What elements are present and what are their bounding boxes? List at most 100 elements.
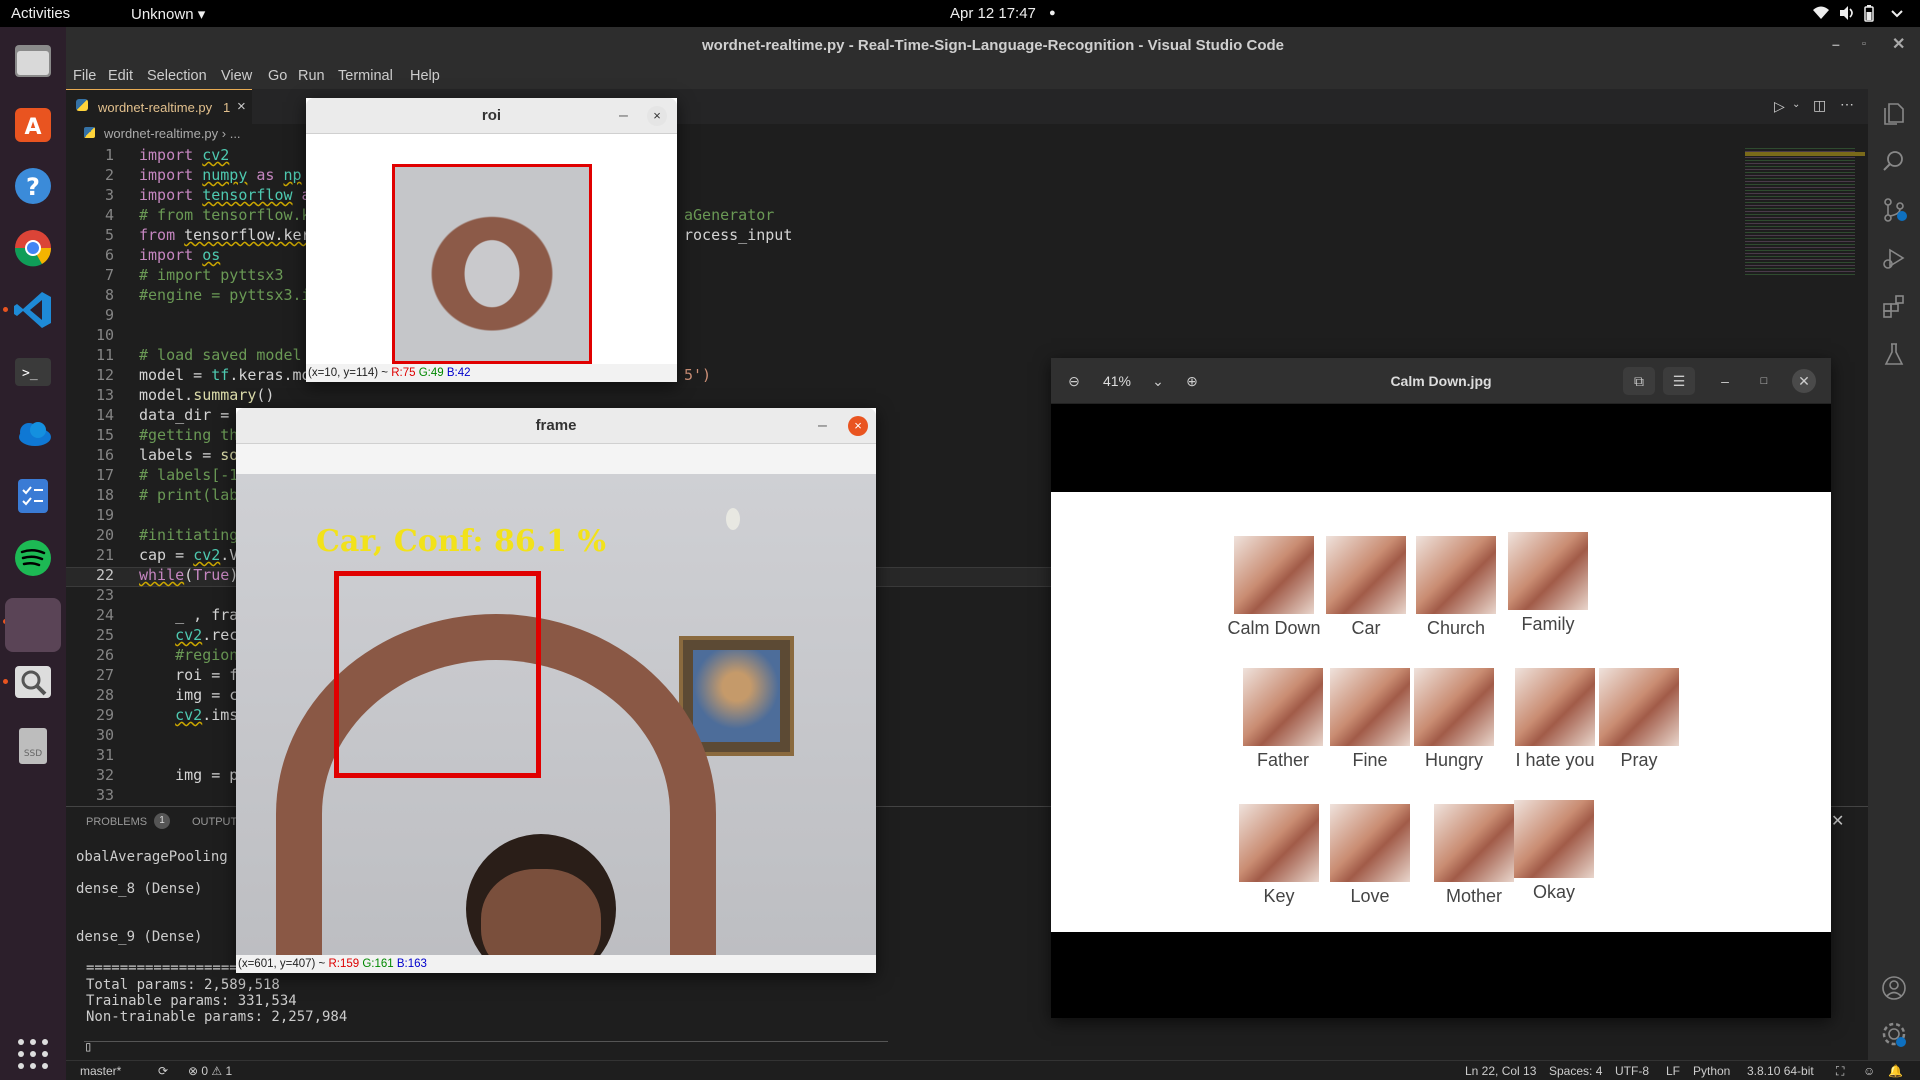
code-line-3[interactable]: import tensorflow a xyxy=(139,186,311,204)
frame-minimize-button[interactable]: – xyxy=(818,408,827,444)
code-line-24[interactable]: _ , fra xyxy=(139,606,238,624)
testing-icon[interactable] xyxy=(1881,341,1907,367)
feedback-icon[interactable]: ☺ xyxy=(1863,1064,1875,1078)
app-menu[interactable]: Unknown ▾ xyxy=(131,5,205,23)
encoding[interactable]: UTF-8 xyxy=(1615,1064,1649,1078)
roi-close-button[interactable]: × xyxy=(647,106,667,126)
frame-titlebar[interactable]: frame xyxy=(236,408,876,444)
split-editor-icon[interactable]: ◫ xyxy=(1813,97,1826,114)
menu-selection[interactable]: Selection xyxy=(147,68,207,84)
python-interpreter[interactable]: 3.8.10 64-bit xyxy=(1747,1064,1814,1078)
code-line-21[interactable]: cap = cv2.V xyxy=(139,546,238,564)
system-menu-icon[interactable] xyxy=(1890,5,1904,25)
problems-status[interactable]: ⊗ 0 ⚠ 1 xyxy=(188,1064,232,1078)
maximize-button[interactable]: ▫ xyxy=(1862,38,1866,50)
clock[interactable]: Apr 12 17:47 xyxy=(950,5,1036,22)
viewer-maximize-button[interactable]: □ xyxy=(1750,367,1778,395)
source-control-icon[interactable] xyxy=(1881,197,1907,223)
manage-gear-icon[interactable] xyxy=(1881,1021,1907,1047)
code-line-15[interactable]: #getting th xyxy=(139,426,238,444)
menu-edit[interactable]: Edit xyxy=(108,68,133,84)
tab-close-icon[interactable]: × xyxy=(237,98,246,115)
viewer-menu-icon[interactable]: ☰ xyxy=(1663,367,1695,395)
viewer-close-button[interactable]: ✕ xyxy=(1792,369,1816,393)
code-line-22[interactable]: while(True) xyxy=(139,566,238,584)
activities-button[interactable]: Activities xyxy=(11,5,70,22)
code-line-1[interactable]: import cv2 xyxy=(139,146,229,164)
code-line-6[interactable]: import os xyxy=(139,246,220,264)
viewer-headerbar[interactable]: ⊖ 41% ⌄ ⊕ Calm Down.jpg ⧉ ☰ – □ ✕ xyxy=(1051,358,1831,404)
minimize-button[interactable]: – xyxy=(1832,36,1840,52)
close-button[interactable]: ✕ xyxy=(1892,34,1905,54)
volume-icon[interactable] xyxy=(1838,5,1856,25)
remote-icon[interactable]: ⛶ xyxy=(1836,1064,1844,1079)
terminal-icon[interactable]: >_ xyxy=(11,350,55,394)
output-tab[interactable]: OUTPUT xyxy=(192,816,237,828)
frame-close-button[interactable]: × xyxy=(848,416,868,436)
menu-run[interactable]: Run xyxy=(298,68,325,84)
code-line-28[interactable]: img = c xyxy=(139,686,238,704)
code-line-17[interactable]: # labels[-1 xyxy=(139,466,238,484)
code-line-7[interactable]: # import pyttsx3 xyxy=(139,266,284,284)
run-debug-icon[interactable] xyxy=(1881,245,1907,271)
code-line-13[interactable]: model.summary() xyxy=(139,386,274,404)
language-mode[interactable]: Python xyxy=(1693,1064,1730,1078)
ssd-drive-icon[interactable]: SSD xyxy=(11,724,55,768)
spotify-icon[interactable] xyxy=(11,536,55,580)
wifi-icon[interactable] xyxy=(1812,5,1830,25)
code-line-25[interactable]: cv2.rec xyxy=(139,626,238,644)
minimap[interactable] xyxy=(1745,146,1865,286)
menu-help[interactable]: Help xyxy=(410,68,440,84)
code-line-5[interactable]: from tensorflow.ker xyxy=(139,226,311,244)
viewer-minimize-button[interactable]: – xyxy=(1711,367,1739,395)
code-line-27[interactable]: roi = f xyxy=(139,666,238,684)
sync-icon[interactable]: ⟳ xyxy=(158,1064,168,1078)
menu-view[interactable]: View xyxy=(221,68,252,84)
rotate-icon[interactable]: ⧉ xyxy=(1623,367,1655,395)
chrome-icon[interactable] xyxy=(11,226,55,270)
explorer-icon[interactable] xyxy=(1881,101,1907,127)
menu-go[interactable]: Go xyxy=(268,68,287,84)
notifications-bell-icon[interactable]: 🔔 xyxy=(1888,1064,1903,1078)
todo-icon[interactable] xyxy=(11,474,55,518)
vscode-icon[interactable] xyxy=(11,288,55,332)
code-line-12[interactable]: model = tf.keras.mo xyxy=(139,366,311,384)
files-icon[interactable] xyxy=(11,39,55,83)
terminal-cursor[interactable]: ▯ xyxy=(84,1039,92,1055)
breadcrumb-path[interactable]: wordnet-realtime.py › ... xyxy=(104,126,241,141)
run-icon[interactable]: ▷ xyxy=(1774,98,1785,115)
code-line-8[interactable]: #engine = pyttsx3.i xyxy=(139,286,311,304)
extensions-icon[interactable] xyxy=(1881,293,1907,319)
roi-minimize-button[interactable]: – xyxy=(619,98,628,134)
battery-icon[interactable] xyxy=(1862,5,1876,27)
panel-close-icon[interactable]: ✕ xyxy=(1831,811,1844,831)
menu-terminal[interactable]: Terminal xyxy=(338,68,393,84)
help-icon[interactable]: ? xyxy=(11,164,55,208)
software-center-icon[interactable]: A xyxy=(11,102,55,146)
code-line-4[interactable]: # from tensorflow.k xyxy=(139,206,311,224)
tab-wordnet-realtime[interactable]: wordnet-realtime.py 1 × xyxy=(66,89,252,124)
onedrive-icon[interactable] xyxy=(11,412,55,456)
problems-tab[interactable]: PROBLEMS xyxy=(86,816,147,828)
code-line-20[interactable]: #initiating xyxy=(139,526,238,544)
image-viewer-icon[interactable] xyxy=(11,660,55,704)
code-line-2[interactable]: import numpy as np xyxy=(139,166,302,184)
more-actions-icon[interactable]: ⋯ xyxy=(1840,96,1854,113)
code-line-32[interactable]: img = p xyxy=(139,766,238,784)
git-branch[interactable]: master* xyxy=(80,1064,121,1078)
cursor-position[interactable]: Ln 22, Col 13 xyxy=(1465,1064,1536,1078)
menu-file[interactable]: File xyxy=(73,68,96,84)
code-line-16[interactable]: labels = so xyxy=(139,446,238,464)
code-line-11[interactable]: # load saved model xyxy=(139,346,302,364)
app-window-icon[interactable] xyxy=(5,598,61,652)
line-ending[interactable]: LF xyxy=(1666,1064,1680,1078)
code-line-14[interactable]: data_dir = xyxy=(139,406,238,424)
code-line-18[interactable]: # print(lab xyxy=(139,486,238,504)
code-line-29[interactable]: cv2.ims xyxy=(139,706,238,724)
run-dropdown-icon[interactable]: ⌄ xyxy=(1792,99,1800,110)
search-icon[interactable] xyxy=(1881,149,1907,175)
show-apps-icon[interactable] xyxy=(11,1032,55,1076)
code-line-26[interactable]: #region xyxy=(139,646,238,664)
indentation[interactable]: Spaces: 4 xyxy=(1549,1064,1602,1078)
accounts-icon[interactable] xyxy=(1881,975,1907,1001)
